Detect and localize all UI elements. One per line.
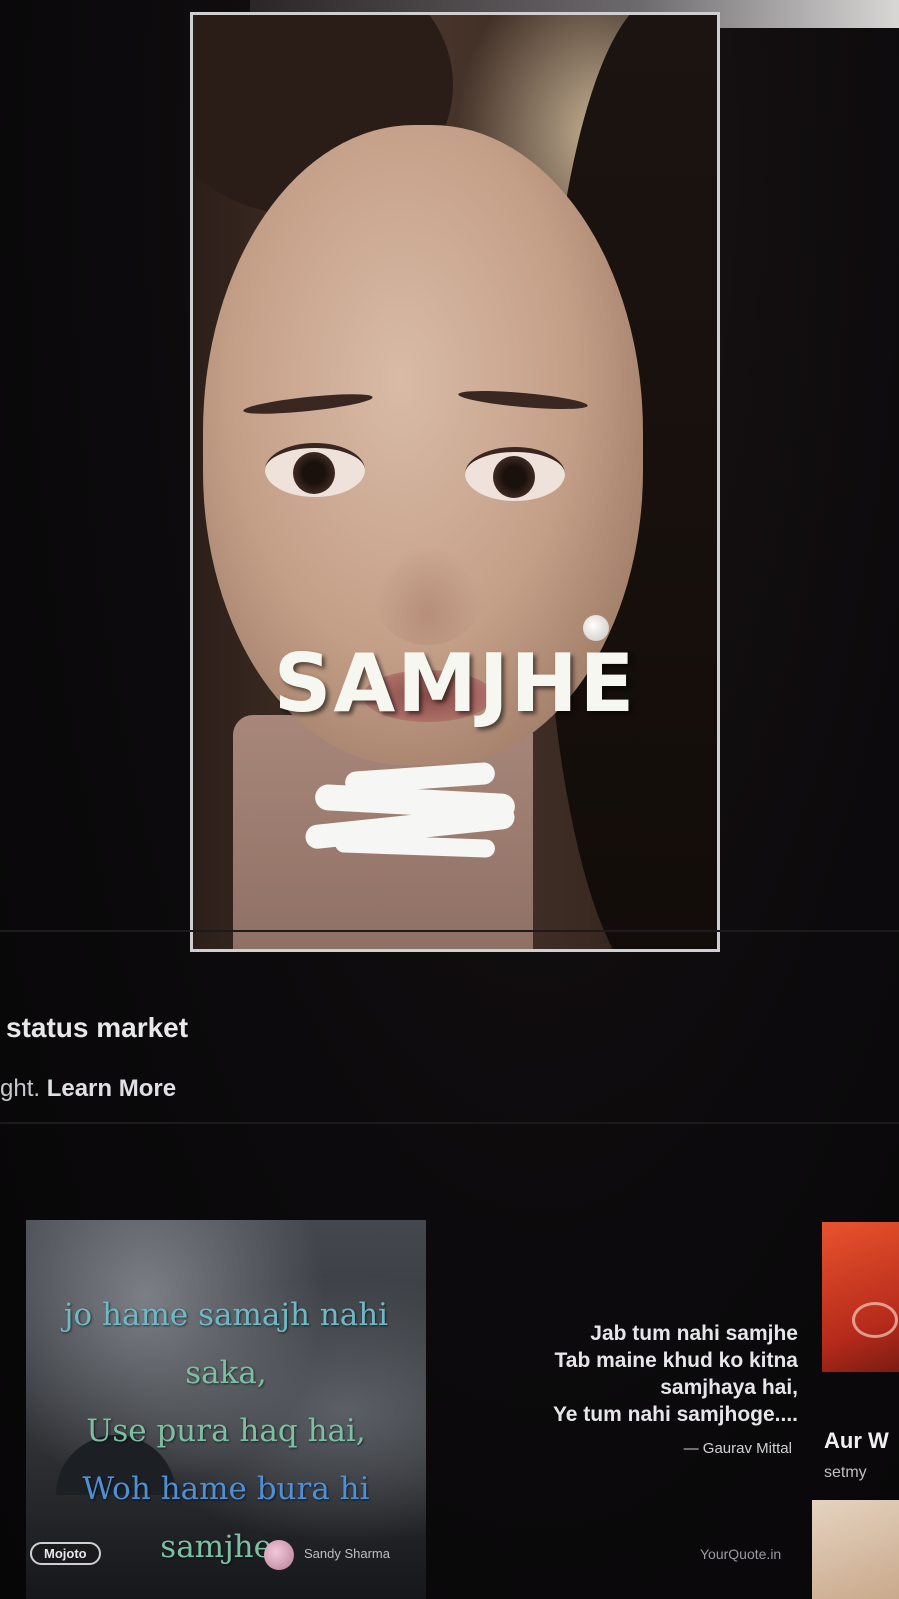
info-subtitle: ght. Learn More: [0, 1075, 176, 1103]
card-thumbnail[interactable]: [822, 1222, 899, 1372]
divider: [0, 1122, 899, 1124]
quote-text: jo hame samajh nahi saka, Use pura haq h…: [26, 1286, 426, 1576]
quote-line: Jab tum nahi samjhe: [590, 1322, 798, 1345]
redaction-scribble: [304, 761, 516, 858]
card-subtitle: setmy: [824, 1464, 867, 1481]
card-title[interactable]: Aur W: [824, 1428, 889, 1454]
divider: [0, 930, 899, 932]
card-thumbnail[interactable]: [812, 1500, 899, 1599]
info-sub-text: ght.: [0, 1075, 41, 1102]
eyebrow-right: [457, 387, 589, 413]
quote-card-text[interactable]: Jab tum nahi samjhe Tab maine khud ko ki…: [440, 1320, 798, 1428]
video-player[interactable]: SAMJHE: [190, 12, 720, 952]
quote-line: jo hame samajh nahi: [63, 1297, 389, 1333]
video-caption: SAMJHE: [273, 637, 637, 730]
quote-line: Tab maine khud ko kitna: [554, 1349, 799, 1372]
eye-left: [265, 443, 365, 497]
nose-shape: [373, 545, 483, 645]
eyebrow-left: [242, 390, 374, 418]
eye-right: [465, 447, 565, 501]
brand-badge: Mojoto: [30, 1542, 101, 1565]
avatar[interactable]: [264, 1540, 294, 1570]
screen: SAMJHE status market ght. Learn More jo …: [0, 0, 899, 1599]
user-name[interactable]: Sandy Sharma: [304, 1546, 390, 1561]
quote-line: saka,: [185, 1355, 267, 1391]
quote-line: samjhaya hai,: [660, 1376, 798, 1399]
quote-author: — Gaurav Mittal: [683, 1440, 792, 1457]
learn-more-link[interactable]: Learn More: [47, 1075, 176, 1102]
info-title: status market: [6, 1012, 189, 1043]
brand-watermark: YourQuote.in: [700, 1546, 782, 1562]
quote-line: Ye tum nahi samjhoge....: [552, 1403, 798, 1426]
quote-line: Woh hame bura hi: [82, 1471, 370, 1507]
quote-line: Use pura haq hai,: [86, 1413, 366, 1449]
